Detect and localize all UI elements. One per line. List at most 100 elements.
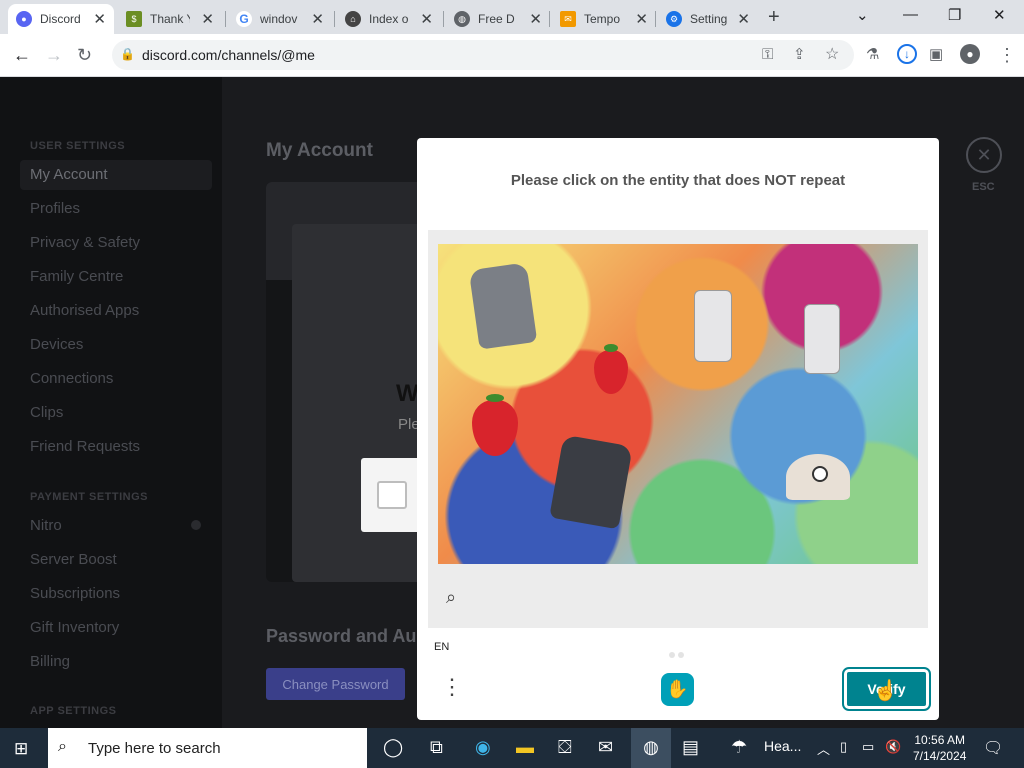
share-icon[interactable]: ⇪ — [793, 45, 806, 63]
password-section-title: Password and Au — [266, 626, 417, 646]
strawberry-1[interactable] — [594, 344, 628, 394]
close-window-button[interactable]: ✕ — [993, 6, 1006, 24]
tray-chevron-icon[interactable]: ︿ — [817, 739, 830, 758]
forward-icon[interactable]: → — [45, 45, 63, 66]
google-icon: G — [236, 11, 252, 27]
task-view-icon[interactable]: ⧉ — [430, 737, 443, 758]
backpack-black[interactable] — [549, 434, 633, 530]
network-icon[interactable]: ▭ — [862, 739, 874, 755]
captcha-challenge: Please click on the entity that does NOT… — [417, 138, 939, 720]
nitro-badge-icon — [191, 520, 201, 530]
file-explorer-icon[interactable]: ▬ — [516, 737, 534, 758]
suitcase-1[interactable] — [694, 290, 732, 362]
kebab-menu-icon[interactable]: ⋮ — [998, 45, 1016, 66]
selection-marker — [812, 466, 828, 482]
close-tab-icon[interactable]: ✕ — [93, 10, 106, 28]
side-panel-icon[interactable]: ▣ — [929, 45, 943, 63]
download-icon[interactable]: ↓ — [897, 44, 917, 64]
tab-thank-you[interactable]: $ Thank Y ✕ — [118, 4, 222, 34]
chrome-app-icon[interactable]: ◍ — [631, 728, 671, 768]
sidebar-item-connections[interactable]: Connections — [30, 370, 113, 387]
zoom-search-icon[interactable]: ⌕ — [446, 587, 456, 608]
system-clock[interactable]: 10:56 AM 7/14/2024 — [913, 732, 966, 764]
close-tab-icon[interactable]: ✕ — [737, 10, 750, 28]
close-tab-icon[interactable]: ✕ — [635, 10, 648, 28]
tab-label: Discord — [40, 12, 80, 26]
sidebar-item-subscriptions[interactable]: Subscriptions — [30, 585, 120, 602]
sidebar-item-friend-requests[interactable]: Friend Requests — [30, 438, 140, 455]
tab-google[interactable]: G windov ✕ — [228, 4, 332, 34]
edge-icon[interactable]: ◉ — [475, 737, 491, 758]
volume-muted-icon[interactable]: 🔇 — [885, 739, 901, 755]
suitcase-2[interactable] — [804, 304, 840, 374]
back-icon[interactable]: ← — [13, 45, 31, 66]
change-password-button[interactable]: Change Password — [266, 668, 405, 700]
mail-icon: ✉ — [560, 11, 576, 27]
restore-button[interactable]: ❐ — [948, 6, 961, 24]
browser-tab-bar: ● Discord ✕ $ Thank Y ✕ G windov ✕ ⌂ Ind… — [0, 0, 1024, 34]
taskbar-search[interactable]: ⌕ Type here to search — [48, 728, 367, 768]
discord-icon: ● — [16, 11, 32, 27]
tab-settings[interactable]: ⚙ Setting ✕ — [658, 4, 758, 34]
sidebar-item-privacy[interactable]: Privacy & Safety — [30, 234, 140, 251]
sidebar-item-gift-inventory[interactable]: Gift Inventory — [30, 619, 119, 636]
globe-icon: ◍ — [454, 11, 470, 27]
close-tab-icon[interactable]: ✕ — [529, 10, 542, 28]
captcha-checkbox-widget — [361, 458, 423, 532]
weather-text[interactable]: Hea... — [764, 738, 801, 754]
close-tab-icon[interactable]: ✕ — [420, 10, 433, 28]
tab-separator — [334, 11, 335, 27]
tab-free[interactable]: ◍ Free D ✕ — [446, 4, 550, 34]
sidebar-item-clips[interactable]: Clips — [30, 404, 63, 421]
sidebar-item-server-boost[interactable]: Server Boost — [30, 551, 117, 568]
tab-index[interactable]: ⌂ Index o ✕ — [337, 4, 441, 34]
bookmark-star-icon[interactable]: ☆ — [825, 44, 839, 64]
address-bar[interactable]: 🔒 discord.com/channels/@me ⚿ ⇪ ☆ — [112, 40, 854, 70]
esc-label: ESC — [972, 181, 995, 193]
challenge-prompt: Please click on the entity that does NOT… — [510, 172, 846, 189]
minimize-button[interactable]: — — [903, 6, 918, 23]
key-icon[interactable]: ⚿ — [762, 46, 773, 63]
challenge-image[interactable] — [438, 244, 918, 564]
sidebar-item-my-account[interactable]: My Account — [20, 160, 212, 190]
search-icon: ⌕ — [58, 738, 67, 755]
language-selector[interactable]: EN — [434, 641, 449, 653]
tab-separator — [549, 11, 550, 27]
url-text[interactable]: discord.com/channels/@me — [142, 47, 315, 63]
device-icon[interactable]: ▯ — [840, 739, 847, 755]
tab-label: Free D — [478, 12, 515, 26]
backpack-grey[interactable] — [468, 262, 538, 350]
tab-label: Setting — [690, 12, 728, 26]
clock-date: 7/14/2024 — [913, 749, 967, 763]
lock-icon[interactable]: 🔒 — [120, 47, 135, 61]
sidebar-item-billing[interactable]: Billing — [30, 653, 70, 670]
weather-icon[interactable]: ☂ — [731, 737, 747, 758]
mail-app-icon[interactable]: ✉ — [598, 737, 613, 758]
close-tab-icon[interactable]: ✕ — [311, 10, 324, 28]
windows-start-icon[interactable]: ⊞ — [14, 739, 28, 759]
remote-desktop-icon[interactable]: ▤ — [682, 737, 699, 758]
sidebar-item-profiles[interactable]: Profiles — [30, 200, 80, 217]
popup-heading: W — [396, 380, 419, 407]
tab-discord[interactable]: ● Discord ✕ — [8, 4, 114, 34]
notification-icon[interactable]: 🗨 — [983, 738, 1003, 758]
tab-label: Thank Y — [150, 12, 190, 26]
store-icon[interactable]: ⛋ — [558, 737, 572, 758]
sidebar-item-authorised-apps[interactable]: Authorised Apps — [30, 302, 139, 319]
sidebar-item-devices[interactable]: Devices — [30, 336, 83, 353]
tab-label: Index o — [369, 12, 409, 26]
strawberry-2[interactable] — [472, 394, 518, 456]
captcha-checkbox[interactable] — [377, 481, 407, 509]
close-tab-icon[interactable]: ✕ — [201, 10, 214, 28]
new-tab-button[interactable]: + — [768, 6, 780, 29]
profile-avatar-icon[interactable]: ● — [960, 44, 980, 64]
sidebar-item-nitro[interactable]: Nitro — [30, 517, 62, 534]
sidebar-item-family-centre[interactable]: Family Centre — [30, 268, 123, 285]
captcha-menu-icon[interactable]: ⋮ — [441, 676, 463, 698]
close-settings-button[interactable]: ✕ — [966, 137, 1002, 173]
tab-tempo[interactable]: ✉ Tempo ✕ — [552, 4, 656, 34]
extension-icon[interactable]: ⚗ — [866, 45, 879, 63]
tab-search-icon[interactable]: ⌄ — [856, 6, 869, 24]
cortana-icon[interactable]: ◯ — [383, 737, 403, 758]
reload-icon[interactable]: ↻ — [77, 45, 92, 66]
